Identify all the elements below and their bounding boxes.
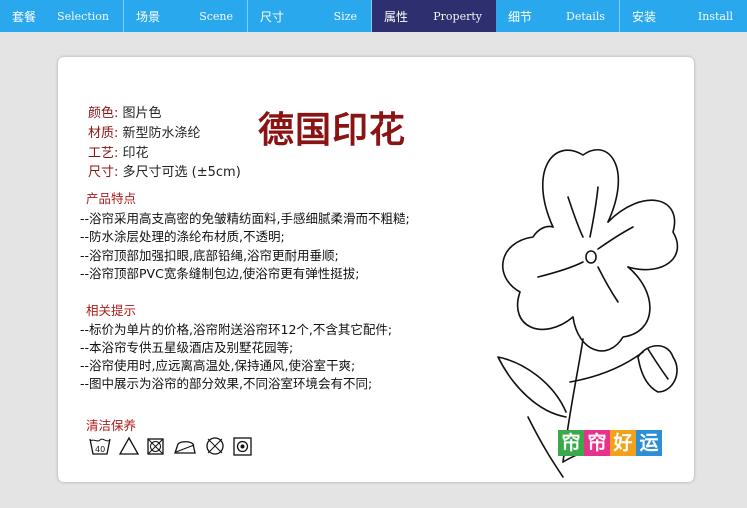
tab-size[interactable]: 尺寸 Size	[248, 0, 372, 32]
spec-material-value: 新型防水涤纶	[122, 126, 201, 141]
tab-selection-en: Selection	[57, 9, 109, 23]
tab-size-en: Size	[333, 9, 357, 23]
no-bleach-icon	[118, 436, 140, 455]
tab-install-cn: 安装	[632, 9, 657, 24]
wash-40-icon: 40	[89, 438, 111, 455]
tab-property[interactable]: 属性 Property	[372, 0, 496, 32]
dry-icon	[233, 437, 252, 456]
tab-scene-cn: 场景	[136, 9, 161, 24]
product-card: 德国印花 颜色: 图片色 材质: 新型防水涤纶 工艺: 印花 尺寸: 多尺寸可选…	[58, 57, 694, 482]
spec-craft-key: 工艺:	[88, 146, 119, 161]
no-tumble-dry-icon	[147, 438, 164, 455]
feature-line: --浴帘顶部PVC宽条缝制包边,使浴帘更有弹性挺拔;	[80, 266, 360, 281]
features-heading: 产品特点	[86, 191, 137, 206]
top-nav: 套餐 Selection 场景 Scene 尺寸 Size 属性 Propert…	[0, 0, 747, 32]
spec-size: 尺寸: 多尺寸可选 (±5cm)	[88, 161, 241, 180]
product-title: 德国印花	[258, 110, 407, 151]
feature-line: --防水涂层处理的涤纶布材质,不透明;	[80, 229, 285, 244]
tab-details-en: Details	[566, 9, 605, 23]
care-icons: 40	[88, 435, 254, 457]
tab-details-cn: 细节	[508, 9, 533, 24]
tab-property-cn: 属性	[384, 9, 409, 24]
no-dry-clean-icon	[206, 437, 224, 455]
care-heading: 清洁保养	[86, 418, 137, 433]
spec-material: 材质: 新型防水涤纶	[88, 122, 201, 141]
spec-craft: 工艺: 印花	[88, 142, 149, 161]
tab-install-en: Install	[697, 9, 733, 23]
tip-line: --本浴帘专供五星级酒店及别墅花园等;	[80, 340, 294, 355]
tips-heading: 相关提示	[86, 303, 137, 318]
tab-size-cn: 尺寸	[260, 9, 285, 24]
tab-scene[interactable]: 场景 Scene	[124, 0, 248, 32]
tab-scene-en: Scene	[199, 9, 233, 23]
spec-size-value: 多尺寸可选 (±5cm)	[122, 165, 241, 180]
iron-icon	[174, 441, 196, 454]
spec-craft-value: 印花	[122, 146, 149, 161]
tab-details[interactable]: 细节 Details	[496, 0, 620, 32]
spec-color-value: 图片色	[122, 106, 162, 121]
logo-char: 帘	[558, 430, 584, 456]
spec-material-key: 材质:	[88, 126, 119, 141]
logo-char: 帘	[584, 430, 610, 456]
logo-char: 好	[610, 430, 636, 456]
brand-logo: 帘 帘 好 运	[558, 430, 662, 456]
tip-line: --浴帘使用时,应远离高温处,保持通风,使浴室干爽;	[80, 358, 356, 373]
tab-selection[interactable]: 套餐 Selection	[0, 0, 124, 32]
svg-text:40: 40	[95, 445, 105, 454]
tab-install[interactable]: 安装 Install	[620, 0, 747, 32]
spec-color: 颜色: 图片色	[88, 102, 162, 121]
spec-color-key: 颜色:	[88, 106, 119, 121]
tab-selection-cn: 套餐	[12, 9, 37, 24]
flower-illustration	[497, 149, 679, 478]
tab-property-en: Property	[433, 9, 482, 23]
spec-size-key: 尺寸:	[88, 165, 119, 180]
tip-line: --标价为单片的价格,浴帘附送浴帘环12个,不含其它配件;	[80, 322, 393, 337]
feature-line: --浴帘顶部加强扣眼,底部铅绳,浴帘更耐用垂顺;	[80, 248, 339, 263]
tip-line: --图中展示为浴帘的部分效果,不同浴室环境会有不同;	[80, 376, 373, 391]
feature-line: --浴帘采用高支高密的免皱精纺面料,手感细腻柔滑而不粗糙;	[80, 211, 410, 226]
logo-char: 运	[636, 430, 662, 456]
